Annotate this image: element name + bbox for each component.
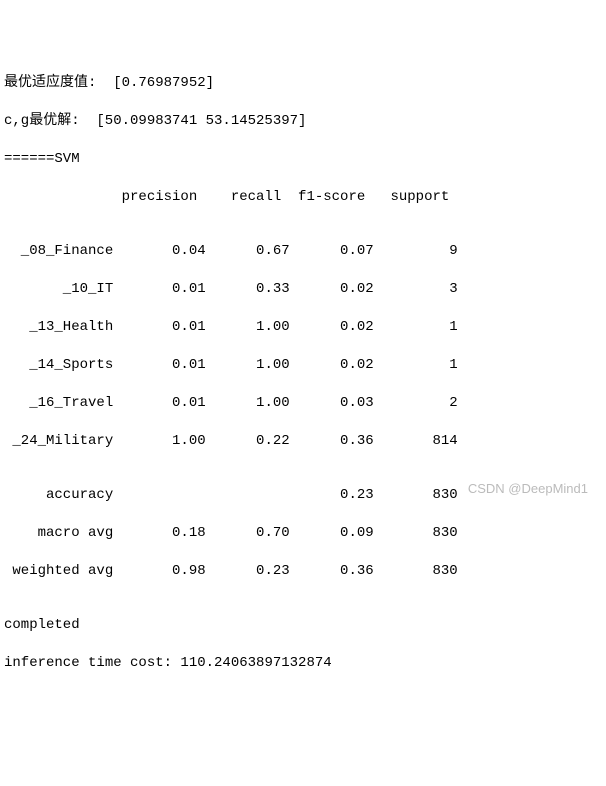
table-row: _10_IT 0.01 0.33 0.02 3 — [4, 278, 602, 300]
macro-avg-row: macro avg 0.18 0.70 0.09 830 — [4, 522, 602, 544]
watermark: CSDN @DeepMind1 — [468, 481, 588, 496]
table-header: precision recall f1-score support — [4, 186, 602, 208]
table-row: _14_Sports 0.01 1.00 0.02 1 — [4, 354, 602, 376]
table-row: _16_Travel 0.01 1.00 0.03 2 — [4, 392, 602, 414]
fitness-line: 最优适应度值: [0.76987952] — [4, 72, 602, 94]
table-row: _13_Health 0.01 1.00 0.02 1 — [4, 316, 602, 338]
completed-line: completed — [4, 614, 602, 636]
time-cost-line: inference time cost: 110.24063897132874 — [4, 652, 602, 674]
weighted-avg-row: weighted avg 0.98 0.23 0.36 830 — [4, 560, 602, 582]
table-row: _08_Finance 0.04 0.67 0.07 9 — [4, 240, 602, 262]
cg-line: c,g最优解: [50.09983741 53.14525397] — [4, 110, 602, 132]
table-row: _24_Military 1.00 0.22 0.36 814 — [4, 430, 602, 452]
svm-header: ======SVM — [4, 148, 602, 170]
